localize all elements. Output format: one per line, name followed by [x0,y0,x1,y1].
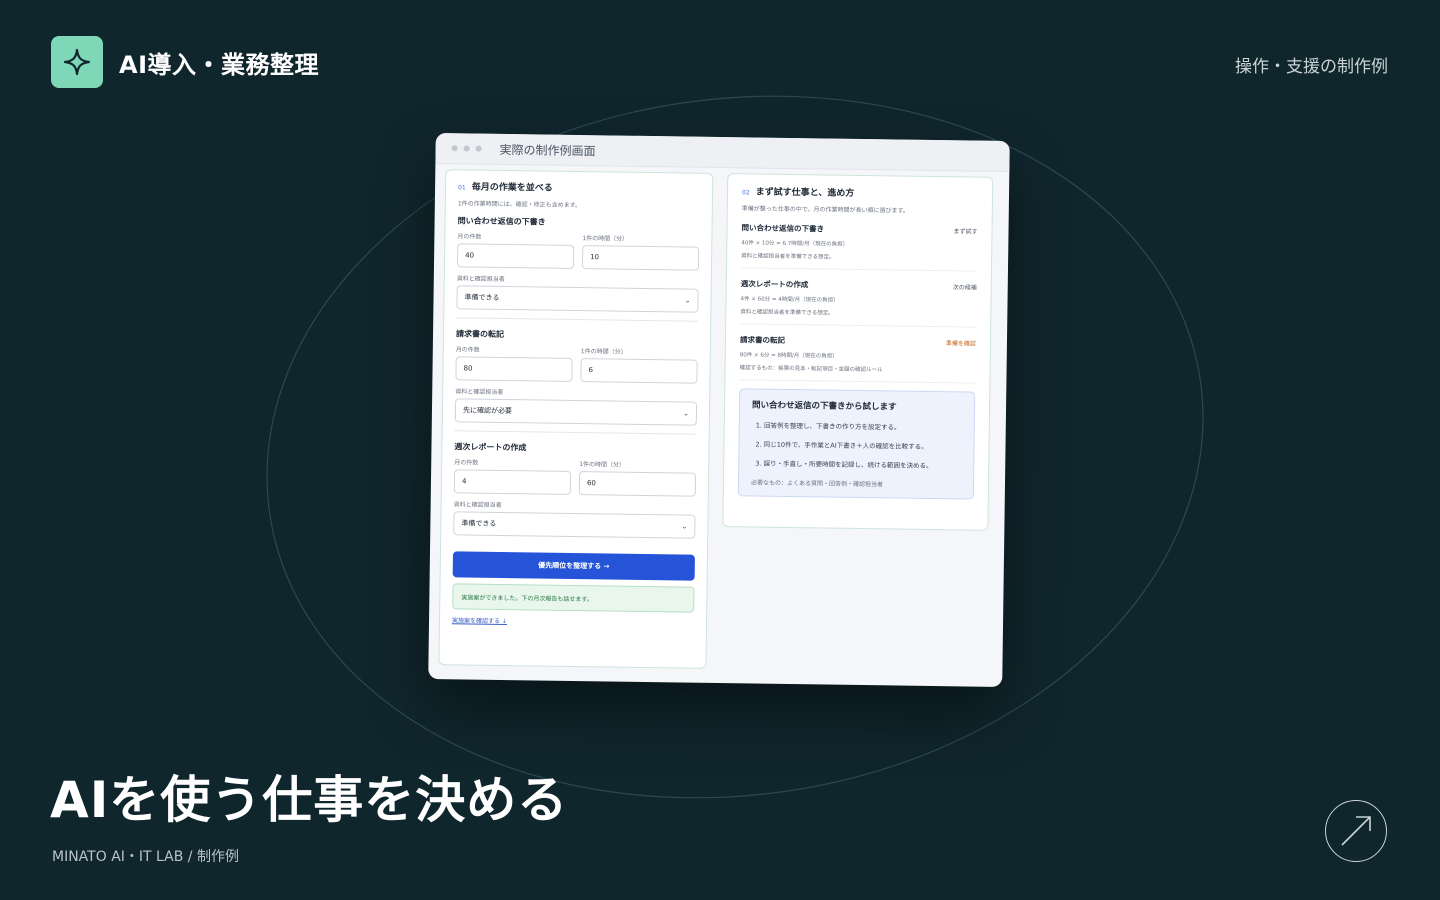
window-dot-icon [451,145,458,152]
plan-step: 1. 回答例を整理し、下書きの作り方を設定する。 [755,421,901,432]
result-calc: 80件 × 6分 = 8時間/月（現在の負担） [739,352,838,360]
count-label: 月の件数 [455,346,480,354]
task-name: 請求書の転記 [455,329,505,339]
owner-select[interactable]: 準備できる ⌄ [453,511,696,539]
result-calc: 40件 × 10分 = 6.7時間/月（現在の負担） [741,240,849,248]
minutes-label: 1件の時間（分） [579,461,626,469]
result-note: 資料と確認担当者を準備できる想定。 [740,309,834,317]
prioritize-button[interactable]: 優先順位を整理する → [452,551,695,581]
status-badge: まず試す [953,228,978,236]
mockup-window: 実際の制作例画面 01 毎月の作業を並べる 1件の作業時間には、確認・修正も含め… [428,133,1010,687]
result-note: 確認するもの：帳票の見本・転記項目・金額の確認ルール [739,365,883,374]
owner-select-value: 準備できる [464,293,500,302]
result-title: 問い合わせ返信の下書き [741,223,825,234]
window-controls [451,145,482,152]
minutes-label: 1件の時間（分） [582,235,629,243]
result-item: 週次レポートの作成 次の候補 4件 × 60分 = 4時間/月（現在の負担） 資… [740,268,977,328]
divider [454,430,697,435]
task-group: 問い合わせ返信の下書き 月の件数 40 1件の時間（分） 10 資料と確認担当者… [456,215,700,313]
chevron-down-icon: ⌄ [681,522,688,531]
owner-select-value: 先に確認が必要 [462,406,513,416]
task-group: 週次レポートの作成 月の件数 4 1件の時間（分） 60 資料と確認担当者 準備… [453,441,697,539]
count-input[interactable]: 80 [455,356,573,382]
section-subtitle: 1件の作業時間には、確認・修正も含めます。 [457,200,582,210]
plan-requirements: 必要なもの：よくある質問・回答例・確認担当者 [750,479,884,489]
result-item: 請求書の転記 準備を確認 80件 × 6分 = 8時間/月（現在の負担） 確認す… [739,324,977,384]
arrow-up-right-icon [1341,816,1371,846]
result-item: 問い合わせ返信の下書き まず試す 40件 × 10分 = 6.7時間/月（現在の… [740,212,978,272]
minutes-label: 1件の時間（分） [580,348,627,356]
brand-name: AI導入・業務整理 [119,50,320,79]
chevron-down-icon: ⌄ [683,409,690,418]
section-number: 02 [741,189,750,197]
result-note: 資料と確認担当者を準備できる想定。 [741,253,835,261]
owner-select[interactable]: 先に確認が必要 ⌄ [454,398,698,426]
count-input[interactable]: 4 [453,469,572,495]
owner-select[interactable]: 準備できる ⌄ [456,285,699,313]
plan-step: 2. 同じ10件で、手作業とAI下書き＋人の確認を比較する。 [755,440,928,451]
window-titlebar: 実際の制作例画面 [435,133,1010,173]
open-button[interactable] [1325,800,1387,862]
result-calc: 4件 × 60分 = 4時間/月（現在の負担） [740,296,839,304]
plan-title: 問い合わせ返信の下書きから試します [751,400,897,413]
page-title: AIを使う仕事を決める [50,771,569,829]
owner-select-value: 準備できる [461,519,497,528]
plan-box: 問い合わせ返信の下書きから試します 1. 回答例を整理し、下書きの作り方を設定す… [737,388,976,500]
minutes-input[interactable]: 10 [581,245,700,271]
status-badge: 次の候補 [952,284,977,292]
sparkle-icon [51,36,103,88]
section-title: まず試す仕事と、進め方 [755,187,855,199]
result-title: 請求書の転記 [739,335,786,345]
window-dot-icon [463,145,470,152]
task-input-panel: 01 毎月の作業を並べる 1件の作業時間には、確認・修正も含めます。 問い合わせ… [438,169,714,669]
result-title: 週次レポートの作成 [740,279,809,290]
count-input[interactable]: 40 [456,243,575,269]
results-panel: 02 まず試す仕事と、進め方 準備が整った仕事の中で、月の作業時間が長い順に選び… [722,173,994,531]
section-number: 01 [458,184,466,192]
section-title: 毎月の作業を並べる [471,182,553,194]
count-label: 月の件数 [457,233,482,241]
count-label: 月の件数 [454,459,479,467]
header-category-label: 操作・支援の制作例 [1235,57,1388,77]
status-badge: 準備を確認 [945,340,976,348]
task-group: 請求書の転記 月の件数 80 1件の時間（分） 6 資料と確認担当者 先に確認が… [454,328,698,426]
minutes-input[interactable]: 60 [578,471,697,497]
divider [456,317,699,322]
view-plan-link[interactable]: 実施案を確認する ↓ [452,615,694,627]
minutes-input[interactable]: 6 [580,358,698,384]
plan-step: 3. 誤り・手直し・所要時間を記録し、続ける範囲を決める。 [755,459,933,470]
window-dot-icon [475,145,482,152]
credit-line: MINATO AI・IT LAB / 制作例 [52,849,239,865]
task-name: 週次レポートの作成 [454,442,527,453]
task-name: 問い合わせ返信の下書き [457,216,546,227]
chevron-down-icon: ⌄ [684,296,691,305]
success-notice: 実施案ができました。下の月次報告も話せます。 [452,583,695,613]
brand[interactable]: AI導入・業務整理 [51,36,319,88]
window-title: 実際の制作例画面 [499,142,596,158]
